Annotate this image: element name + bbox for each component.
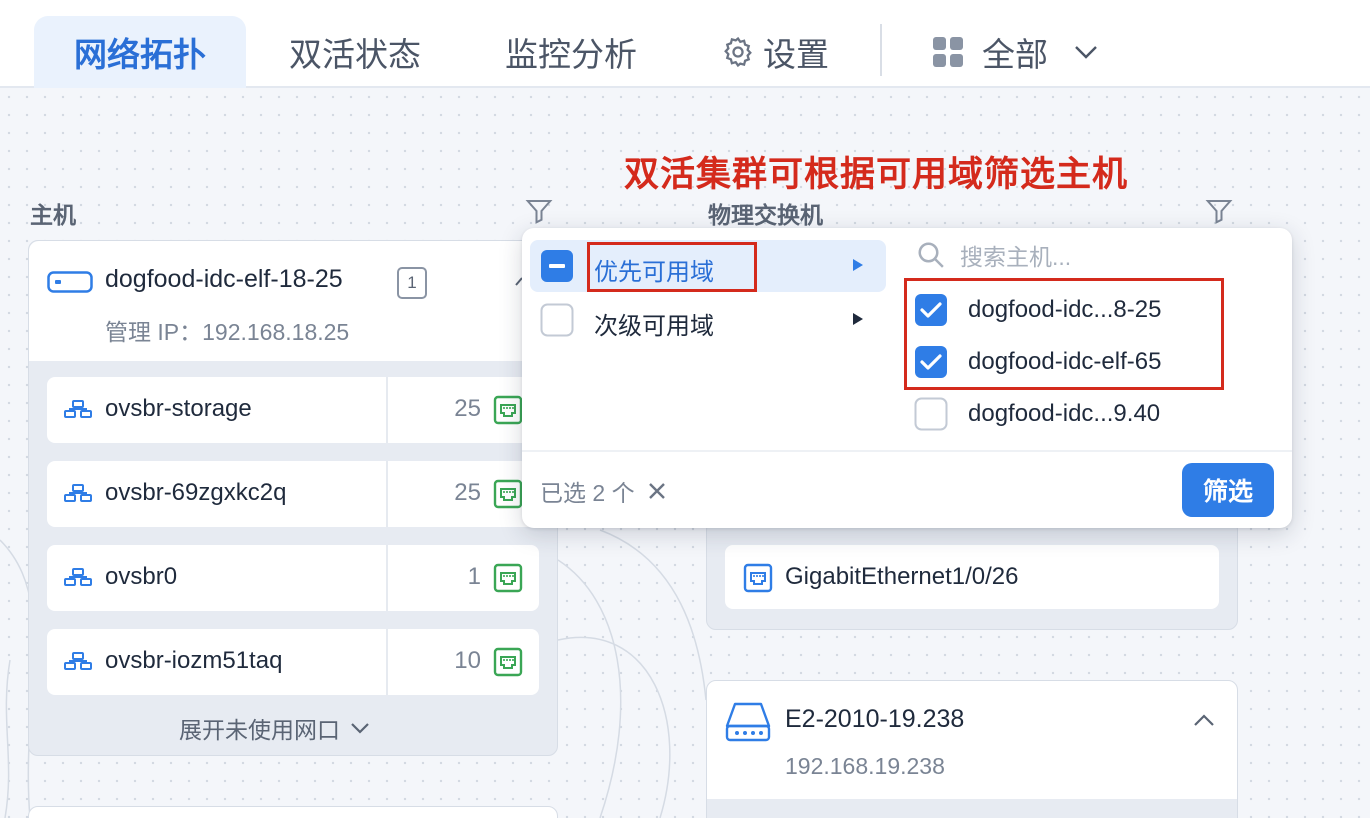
- port-row[interactable]: ovsbr-storage 25: [47, 377, 539, 443]
- port-count: 25: [454, 395, 481, 422]
- host-ip: 管理 IP：192.168.18.25: [105, 319, 350, 345]
- bridge-icon: [63, 399, 93, 424]
- switch-card-body: [707, 799, 1237, 818]
- server-icon: [47, 271, 93, 298]
- tab-settings[interactable]: 设置: [700, 16, 850, 88]
- port-row[interactable]: ovsbr-iozm51taq 10: [47, 629, 539, 695]
- switch-card[interactable]: E2-2010-19.238 192.168.19.238: [706, 680, 1238, 818]
- tab-divider: [880, 24, 882, 76]
- chevron-down-icon: [350, 722, 370, 734]
- host-card[interactable]: [28, 806, 558, 818]
- scope-label: 全部: [982, 36, 1048, 73]
- port-name: ovsbr-storage: [105, 395, 252, 422]
- chevron-up-icon[interactable]: [1193, 713, 1215, 732]
- grid-icon: [932, 36, 964, 68]
- annotation-highlight-box: [904, 278, 1224, 390]
- port-count: 1: [467, 563, 481, 590]
- port-name: ovsbr-69zgxkc2q: [105, 479, 287, 506]
- filter-icon[interactable]: [1204, 196, 1234, 231]
- bridge-icon: [63, 651, 93, 676]
- host-card[interactable]: dogfood-idc-elf-18-25 1 管理 IP：192.168.18…: [28, 240, 558, 756]
- bridge-icon: [63, 483, 93, 508]
- switches-section-label: 物理交换机: [708, 202, 823, 228]
- menu-item-secondary-zone[interactable]: 次级可用域: [530, 294, 886, 346]
- tab-active-active-status[interactable]: 双活状态: [260, 16, 450, 88]
- top-nav: 网络拓扑 双活状态 监控分析 设置 全部: [0, 0, 1370, 88]
- filter-button[interactable]: 筛选: [1182, 463, 1274, 517]
- annotation-text: 双活集群可根据可用域筛选主机: [624, 155, 1129, 194]
- host-badge: 1: [397, 267, 427, 299]
- switch-port-row[interactable]: GigabitEthernet1/0/26: [725, 545, 1219, 609]
- caret-right-icon: [852, 258, 864, 277]
- annotation-highlight-box: [587, 242, 757, 292]
- expand-label: 展开未使用网口: [179, 717, 340, 743]
- selected-summary: 已选 2 个: [540, 474, 667, 508]
- port-count: 10: [454, 647, 481, 674]
- divider: [386, 461, 388, 527]
- ethernet-port-icon: [493, 563, 523, 598]
- port-row[interactable]: ovsbr0 1: [47, 545, 539, 611]
- indeterminate-checkbox[interactable]: [540, 249, 574, 288]
- divider: [386, 629, 388, 695]
- ethernet-port-icon: [493, 395, 523, 430]
- scope-dropdown[interactable]: 全部: [920, 16, 1110, 88]
- switch-port-icon: [743, 563, 773, 598]
- ethernet-port-icon: [493, 647, 523, 682]
- tab-label: 设置: [763, 36, 829, 73]
- host-card-header: dogfood-idc-elf-18-25 1 管理 IP：192.168.18…: [29, 241, 557, 361]
- availability-zone-filter-popup: 优先可用域 次级可用域 搜索主机... dogfood-idc...8-25 d…: [522, 228, 1292, 528]
- search-placeholder: 搜索主机...: [960, 244, 1072, 270]
- tab-label: 网络拓扑: [74, 36, 206, 73]
- divider: [386, 377, 388, 443]
- host-option[interactable]: dogfood-idc...9.40: [912, 388, 1252, 440]
- host-option-label: dogfood-idc...9.40: [968, 400, 1161, 427]
- gear-icon: [721, 35, 755, 69]
- clear-selection-icon[interactable]: [647, 481, 667, 501]
- selected-count: 已选 2 个: [540, 480, 635, 506]
- host-name[interactable]: dogfood-idc-elf-18-25: [105, 265, 343, 294]
- switch-port-name: GigabitEthernet1/0/26: [785, 563, 1019, 590]
- chevron-down-icon: [1074, 45, 1098, 59]
- filter-icon[interactable]: [524, 196, 554, 231]
- switch-port-group: GigabitEthernet1/0/26: [706, 520, 1238, 630]
- tab-label: 监控分析: [505, 36, 637, 73]
- bridge-icon: [63, 567, 93, 592]
- search-icon: [916, 240, 946, 270]
- menu-item-label: 次级可用域: [594, 313, 714, 340]
- checkbox[interactable]: [540, 303, 574, 342]
- switch-icon: [725, 701, 771, 748]
- port-name: ovsbr0: [105, 563, 178, 590]
- port-name: ovsbr-iozm51taq: [105, 647, 283, 674]
- tab-label: 双活状态: [289, 36, 421, 73]
- switch-name: E2-2010-19.238: [785, 705, 965, 733]
- divider: [386, 545, 388, 611]
- checkbox[interactable]: [914, 397, 948, 436]
- expand-unused-ports-button[interactable]: 展开未使用网口: [179, 711, 370, 745]
- port-count: 25: [454, 479, 481, 506]
- caret-right-icon: [852, 312, 864, 331]
- tab-monitoring[interactable]: 监控分析: [476, 16, 666, 88]
- hosts-section-label: 主机: [30, 202, 76, 228]
- port-row[interactable]: ovsbr-69zgxkc2q 25: [47, 461, 539, 527]
- host-search[interactable]: 搜索主机...: [916, 238, 1071, 272]
- tab-network-topology[interactable]: 网络拓扑: [34, 16, 246, 88]
- ethernet-port-icon: [493, 479, 523, 514]
- divider: [522, 450, 1292, 452]
- switch-ip: 192.168.19.238: [785, 753, 945, 779]
